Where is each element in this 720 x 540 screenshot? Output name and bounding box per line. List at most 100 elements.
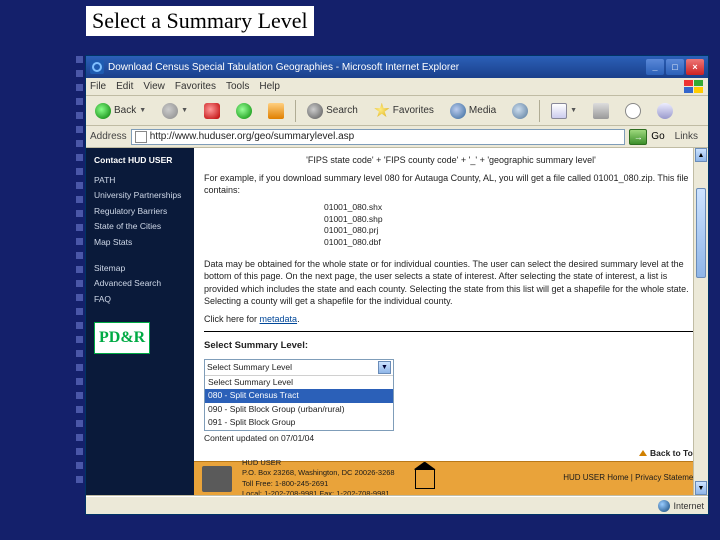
mail-icon (551, 103, 567, 119)
triangle-up-icon (639, 450, 647, 456)
separator (295, 100, 296, 122)
content-area: Contact HUD USER PATH University Partner… (86, 148, 708, 496)
page-footer: HUD USER P.O. Box 23268, Washington, DC … (194, 461, 708, 495)
window-title: Download Census Special Tabulation Geogr… (108, 62, 646, 73)
select-option-080[interactable]: 080 - Split Census Tract (205, 389, 393, 402)
select-head[interactable]: Select Summary Level ▼ (205, 360, 393, 376)
file-item: 01001_080.shx (324, 202, 698, 213)
history-icon (512, 103, 528, 119)
address-input[interactable]: http://www.huduser.org/geo/summarylevel.… (131, 129, 626, 145)
xp-flag-icon (684, 80, 704, 94)
home-icon (268, 103, 284, 119)
chevron-down-icon: ▼ (570, 107, 577, 114)
search-label: Search (326, 105, 358, 116)
main-content: 'FIPS state code' + 'FIPS county code' +… (194, 148, 708, 495)
chevron-down-icon: ▼ (181, 107, 188, 114)
sidebar-item-university[interactable]: University Partnerships (94, 189, 186, 203)
scroll-thumb[interactable] (696, 188, 706, 278)
go-button[interactable]: → (629, 129, 647, 145)
titlebar: Download Census Special Tabulation Geogr… (86, 56, 708, 78)
select-option-091[interactable]: 091 - Split Block Group (205, 416, 393, 429)
search-button[interactable]: Search (302, 100, 363, 122)
file-item: 01001_080.shp (324, 214, 698, 225)
maximize-button[interactable]: □ (666, 59, 684, 75)
sidebar: Contact HUD USER PATH University Partner… (86, 148, 194, 495)
zone-label: Internet (673, 501, 704, 511)
page-icon (135, 131, 147, 143)
file-list: 01001_080.shx 01001_080.shp 01001_080.pr… (324, 202, 698, 248)
favorites-label: Favorites (393, 105, 434, 116)
ie-icon (90, 60, 104, 74)
sidebar-item-socds[interactable]: State of the Cities (94, 220, 186, 234)
metadata-link[interactable]: metadata (260, 314, 298, 324)
pdr-logo: PD&R (94, 322, 150, 354)
menu-file[interactable]: File (90, 81, 106, 92)
content-updated: Content updated on 07/01/04 (204, 433, 698, 444)
footer-line: P.O. Box 23268, Washington, DC 20026-326… (242, 468, 395, 478)
links-label[interactable]: Links (669, 131, 704, 142)
home-button[interactable] (263, 100, 289, 122)
discuss-button[interactable] (652, 100, 678, 122)
select-option[interactable]: Select Summary Level (205, 376, 393, 389)
hud-logo (202, 466, 232, 492)
address-label: Address (90, 131, 127, 142)
refresh-icon (236, 103, 252, 119)
select-option-090[interactable]: 090 - Split Block Group (urban/rural) (205, 403, 393, 416)
browser-window: Download Census Special Tabulation Geogr… (86, 56, 708, 514)
scroll-up-button[interactable]: ▲ (695, 148, 707, 162)
metadata-prefix: Click here for (204, 314, 260, 324)
sidebar-item-advsearch[interactable]: Advanced Search (94, 277, 186, 291)
sidebar-item-mapstats[interactable]: Map Stats (94, 236, 186, 250)
footer-links[interactable]: HUD USER Home | Privacy Statement (563, 473, 700, 484)
menu-help[interactable]: Help (259, 81, 280, 92)
media-icon (450, 103, 466, 119)
security-zone: Internet (658, 500, 704, 512)
scrollbar-vertical[interactable]: ▲ ▼ (693, 148, 708, 495)
description-paragraph: Data may be obtained for the whole state… (204, 258, 698, 307)
menu-favorites[interactable]: Favorites (175, 81, 216, 92)
refresh-button[interactable] (231, 100, 257, 122)
edit-button[interactable] (620, 100, 646, 122)
url-text: http://www.huduser.org/geo/summarylevel.… (150, 131, 355, 142)
page-heading: Select a Summary Level (86, 6, 314, 36)
menu-tools[interactable]: Tools (226, 81, 249, 92)
globe-icon (658, 500, 670, 512)
media-button[interactable]: Media (445, 100, 501, 122)
file-item: 01001_080.dbf (324, 237, 698, 248)
back-to-top-label: Back to Top (650, 448, 698, 459)
metadata-line: Click here for metadata. (204, 313, 698, 325)
discuss-icon (657, 103, 673, 119)
sidebar-item-path[interactable]: PATH (94, 174, 186, 188)
back-icon (95, 103, 111, 119)
menu-edit[interactable]: Edit (116, 81, 133, 92)
scroll-down-button[interactable]: ▼ (695, 481, 707, 495)
sidebar-item-regulatory[interactable]: Regulatory Barriers (94, 205, 186, 219)
decorative-dots (76, 56, 84, 496)
sidebar-item-faq[interactable]: FAQ (94, 293, 186, 307)
summary-level-select[interactable]: Select Summary Level ▼ Select Summary Le… (204, 359, 394, 431)
forward-icon (162, 103, 178, 119)
sidebar-item-sitemap[interactable]: Sitemap (94, 262, 186, 276)
print-button[interactable] (588, 100, 614, 122)
select-summary-label: Select Summary Level: (204, 340, 698, 353)
forward-button[interactable]: ▼ (157, 100, 193, 122)
close-button[interactable]: × (686, 59, 704, 75)
favorites-button[interactable]: Favorites (369, 100, 439, 122)
file-item: 01001_080.prj (324, 225, 698, 236)
sidebar-header: Contact HUD USER (94, 154, 186, 168)
chevron-down-icon[interactable]: ▼ (378, 361, 391, 374)
separator (539, 100, 540, 122)
search-icon (307, 103, 323, 119)
stop-button[interactable] (199, 100, 225, 122)
select-value: Select Summary Level (207, 362, 292, 373)
stop-icon (204, 103, 220, 119)
mail-button[interactable]: ▼ (546, 100, 582, 122)
back-to-top[interactable]: Back to Top (639, 448, 698, 459)
edit-icon (625, 103, 641, 119)
history-button[interactable] (507, 100, 533, 122)
footer-line: Local: 1-202-708-9981 Fax: 1-202-708-998… (242, 489, 395, 496)
footer-line: HUD USER (242, 458, 395, 468)
minimize-button[interactable]: _ (646, 59, 664, 75)
back-button[interactable]: Back ▼ (90, 100, 151, 122)
menu-view[interactable]: View (143, 81, 165, 92)
